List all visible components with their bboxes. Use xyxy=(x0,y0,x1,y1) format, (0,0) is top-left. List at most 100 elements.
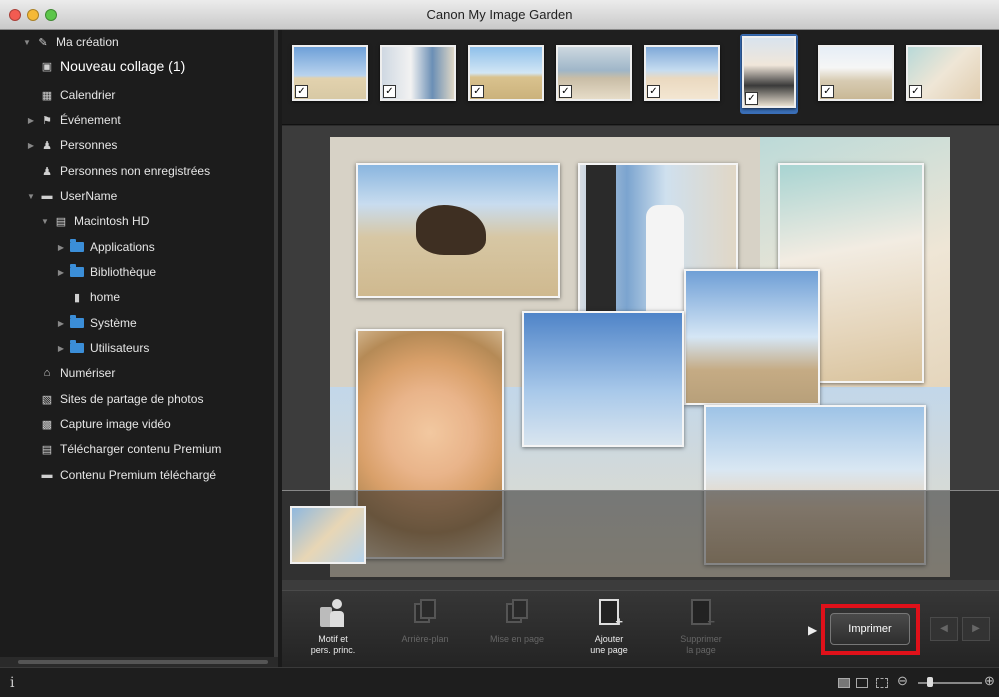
next-page-button[interactable]: ▶ xyxy=(962,617,990,641)
view-grid-icon[interactable] xyxy=(856,678,868,688)
photo-share-icon: ▧ xyxy=(41,393,53,406)
photo-thumbnail[interactable]: ✓ xyxy=(468,45,544,101)
sidebar-item-label: Ma création xyxy=(56,35,119,49)
photo-thumbnail[interactable]: ✓ xyxy=(292,45,368,101)
motif-button-label: pers. princ. xyxy=(310,645,356,655)
motif-button[interactable]: Motif et pers. princ. xyxy=(298,599,368,656)
photo-thumbnail-selected[interactable]: ✓ xyxy=(742,36,796,108)
disclosure-triangle-icon[interactable]: ▶ xyxy=(26,116,36,125)
sidebar-item-personnes[interactable]: ▶ ♟ Personnes xyxy=(26,134,117,156)
sidebar-scroll-thumb[interactable] xyxy=(18,660,268,664)
page-thumbnail-strip xyxy=(282,490,999,580)
disclosure-triangle-icon[interactable]: ▶ xyxy=(56,268,66,277)
view-filmstrip-icon[interactable] xyxy=(838,678,850,688)
drive-icon: ▬ xyxy=(41,190,53,202)
sidebar-item-personnes-non-enregistrees[interactable]: ♟ Personnes non enregistrées xyxy=(40,160,210,182)
sidebar-item-macintosh-hd[interactable]: ▼ ▤ Macintosh HD xyxy=(40,210,149,232)
zoom-in-icon[interactable]: ⊕ xyxy=(984,673,995,689)
layout-icon xyxy=(506,599,528,627)
sidebar-item-ma-creation[interactable]: ▼ ✎ Ma création xyxy=(22,31,119,53)
disclosure-triangle-icon[interactable]: ▶ xyxy=(56,319,66,328)
sidebar-item-username[interactable]: ▼ ▬ UserName xyxy=(26,185,117,207)
image-filmstrip: ✓ ✓ ✓ ✓ ✓ ✓ ✓ ✓ xyxy=(282,30,999,125)
checkbox-checked-icon[interactable]: ✓ xyxy=(383,85,396,98)
window-title: Canon My Image Garden xyxy=(426,7,573,22)
disclosure-triangle-icon[interactable]: ▶ xyxy=(56,243,66,252)
sidebar-item-label: Sites de partage de photos xyxy=(60,392,204,406)
status-bar: i ⊖ ⊕ xyxy=(0,667,999,697)
zoom-slider-thumb[interactable] xyxy=(927,677,933,687)
document-icon: ▮ xyxy=(73,291,81,304)
sidebar-item-bibliotheque[interactable]: ▶ Bibliothèque xyxy=(56,261,156,283)
page-thumbnail[interactable] xyxy=(290,506,366,564)
folder-icon xyxy=(70,239,84,253)
disclosure-triangle-icon[interactable]: ▼ xyxy=(40,217,50,226)
sidebar-item-systeme[interactable]: ▶ Système xyxy=(56,312,137,334)
zoom-out-icon[interactable]: ⊖ xyxy=(897,673,908,689)
sidebar-item-evenement[interactable]: ▶ ⚑ Événement xyxy=(26,109,121,131)
add-page-button[interactable]: + Ajouter une page xyxy=(574,599,644,656)
photo-thumbnail[interactable]: ✓ xyxy=(818,45,894,101)
disclosure-triangle-icon[interactable]: ▶ xyxy=(26,141,36,150)
checkbox-checked-icon[interactable]: ✓ xyxy=(471,85,484,98)
checkbox-checked-icon[interactable]: ✓ xyxy=(821,85,834,98)
sidebar-item-home[interactable]: ▮ home xyxy=(70,286,120,308)
sidebar-item-label: Utilisateurs xyxy=(90,341,150,355)
folder-icon xyxy=(70,340,84,354)
layout-button[interactable]: Mise en page xyxy=(482,599,552,645)
sidebar: ▼ ✎ Ma création ▣ Nouveau collage (1) ▦ … xyxy=(0,30,278,667)
collage-photo-jumping-family[interactable] xyxy=(684,269,820,405)
background-icon xyxy=(414,599,436,627)
sidebar-item-label: Personnes non enregistrées xyxy=(60,164,211,178)
event-icon: ⚑ xyxy=(42,114,52,127)
collage-photo-sea-lion[interactable] xyxy=(356,163,560,298)
print-button[interactable]: Imprimer xyxy=(830,613,910,645)
delete-page-button[interactable]: − Supprimer la page xyxy=(666,599,736,656)
calendar-icon: ▦ xyxy=(41,89,53,102)
checkbox-checked-icon[interactable]: ✓ xyxy=(559,85,572,98)
background-button[interactable]: Arrière-plan xyxy=(390,599,460,645)
layout-button-label: Mise en page xyxy=(489,634,545,644)
sidebar-item-label: Nouveau collage (1) xyxy=(60,58,186,74)
photo-thumbnail[interactable]: ✓ xyxy=(644,45,720,101)
info-icon[interactable]: i xyxy=(10,675,14,691)
sea-lion-shape xyxy=(416,205,486,255)
checkbox-checked-icon[interactable]: ✓ xyxy=(909,85,922,98)
play-arrow-icon: ▶ xyxy=(808,623,818,637)
scan-icon: ⌂ xyxy=(43,367,51,379)
add-page-button-label: Ajouter xyxy=(594,634,624,644)
fullscreen-icon[interactable] xyxy=(876,678,888,688)
checkbox-checked-icon[interactable]: ✓ xyxy=(295,85,308,98)
sidebar-item-contenu-premium[interactable]: ▬ Contenu Premium téléchargé xyxy=(40,464,217,486)
folder-icon: ▬ xyxy=(41,469,53,481)
sidebar-item-capture-video[interactable]: ▩ Capture image vidéo xyxy=(40,413,171,435)
sidebar-item-utilisateurs[interactable]: ▶ Utilisateurs xyxy=(56,337,149,359)
previous-page-button[interactable]: ◀ xyxy=(930,617,958,641)
photo-thumbnail[interactable]: ✓ xyxy=(380,45,456,101)
disclosure-triangle-icon[interactable]: ▼ xyxy=(22,38,32,47)
video-capture-icon: ▩ xyxy=(41,418,53,431)
bottom-toolbar: Motif et pers. princ. Arrière-plan Mise … xyxy=(282,590,999,667)
collage-photo-city-beach[interactable] xyxy=(522,311,684,447)
sidebar-item-numeriser[interactable]: ⌂ Numériser xyxy=(40,362,116,384)
sidebar-item-label: UserName xyxy=(60,189,118,203)
photo-thumbnail[interactable]: ✓ xyxy=(556,45,632,101)
sidebar-scrollbar[interactable] xyxy=(0,657,278,667)
sidebar-item-label: Bibliothèque xyxy=(90,265,157,279)
folder-icon xyxy=(70,315,84,329)
checkbox-checked-icon[interactable]: ✓ xyxy=(745,92,758,105)
sidebar-item-calendrier[interactable]: ▦ Calendrier xyxy=(40,84,116,106)
add-page-button-label: une page xyxy=(590,645,628,655)
checkbox-checked-icon[interactable]: ✓ xyxy=(647,85,660,98)
sidebar-item-sites-partage[interactable]: ▧ Sites de partage de photos xyxy=(40,388,204,410)
sidebar-item-nouveau-collage[interactable]: ▣ Nouveau collage (1) xyxy=(40,55,186,77)
hard-disk-icon: ▤ xyxy=(55,215,67,228)
photo-thumbnail[interactable]: ✓ xyxy=(906,45,982,101)
disclosure-triangle-icon[interactable]: ▼ xyxy=(26,192,36,201)
sidebar-item-telecharger-premium[interactable]: ▤ Télécharger contenu Premium xyxy=(40,438,222,460)
disclosure-triangle-icon[interactable]: ▶ xyxy=(56,344,66,353)
sidebar-item-label: Capture image vidéo xyxy=(60,417,171,431)
sidebar-item-label: Macintosh HD xyxy=(74,214,150,228)
collage-icon: ▣ xyxy=(41,60,53,73)
sidebar-item-applications[interactable]: ▶ Applications xyxy=(56,236,155,258)
